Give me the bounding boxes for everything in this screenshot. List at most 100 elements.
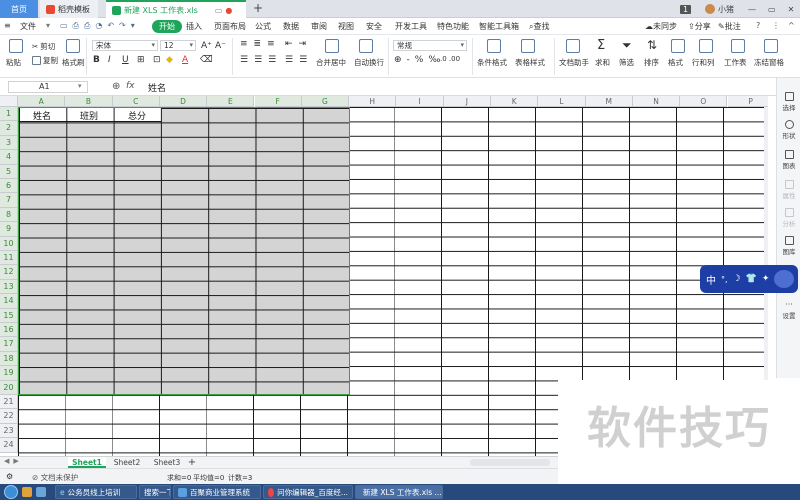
- row-header-18[interactable]: 18: [0, 351, 18, 367]
- border-icon[interactable]: ⊞: [137, 55, 145, 65]
- indent-icons[interactable]: ⇤⇥: [285, 39, 312, 49]
- taskbar-item-spreadsheet[interactable]: 新建 XLS 工作表.xls ...: [355, 485, 443, 499]
- side-analysis-button[interactable]: 分析: [777, 208, 800, 228]
- menu-search[interactable]: ⌕查找: [529, 21, 549, 32]
- paste-button[interactable]: 粘贴: [6, 57, 21, 68]
- sheet-tab-3[interactable]: Sheet3: [148, 457, 186, 468]
- name-box-dropdown-icon[interactable]: ▾: [78, 82, 82, 90]
- row-header-6[interactable]: 6: [0, 179, 18, 194]
- column-header-n[interactable]: N: [632, 96, 681, 107]
- format-painter-button[interactable]: 格式刷: [62, 57, 85, 68]
- column-header-e[interactable]: E: [207, 96, 255, 107]
- sort-icon[interactable]: ⇅: [647, 38, 657, 52]
- column-header-k[interactable]: K: [491, 96, 539, 107]
- table-style-icon[interactable]: [521, 39, 535, 53]
- format-button[interactable]: 格式: [668, 57, 683, 68]
- doc-helper-icon[interactable]: [566, 39, 580, 53]
- add-sheet-button[interactable]: +: [186, 457, 198, 468]
- underline-icon[interactable]: U: [122, 55, 129, 65]
- side-properties-button[interactable]: 属性: [777, 180, 800, 200]
- font-name-select[interactable]: 宋体: [92, 40, 158, 51]
- format-icon[interactable]: [671, 39, 685, 53]
- column-header-i[interactable]: I: [396, 96, 444, 107]
- row-header-24[interactable]: 24: [0, 438, 18, 453]
- menu-smart-toolbox[interactable]: 智能工具箱: [479, 21, 519, 32]
- star-icon[interactable]: ✦: [762, 274, 770, 284]
- font-grow-icon[interactable]: A⁺: [201, 41, 212, 51]
- row-header-7[interactable]: 7: [0, 193, 18, 208]
- tab-document[interactable]: 新建 XLS 工作表.xls ▭ ●: [106, 0, 246, 18]
- filter-icon[interactable]: ⏷: [622, 38, 632, 53]
- sheet-tab-2[interactable]: Sheet2: [108, 457, 146, 468]
- number-format-select[interactable]: 常规: [393, 40, 467, 51]
- row-header-5[interactable]: 5: [0, 164, 18, 179]
- row-header-15[interactable]: 15: [0, 308, 18, 323]
- column-header-d[interactable]: D: [159, 96, 208, 107]
- cell-c1[interactable]: 总分: [128, 109, 146, 122]
- ime-toolbar[interactable]: 中 °, ☽ 👕 ✦: [700, 265, 798, 293]
- taskbar-item-training[interactable]: e 公务员线上培训: [55, 485, 137, 499]
- row-header-19[interactable]: 19: [0, 366, 18, 381]
- row-header-16[interactable]: 16: [0, 323, 18, 338]
- row-header-1[interactable]: 1: [0, 107, 18, 122]
- font-size-select[interactable]: 12: [160, 40, 196, 51]
- taskbar-item-search[interactable]: 搜索一下: [139, 485, 171, 499]
- punctuation-icon[interactable]: °,: [721, 275, 728, 284]
- more-icon[interactable]: ⋮: [772, 21, 780, 30]
- column-header-g[interactable]: G: [301, 96, 350, 107]
- row-header-3[interactable]: 3: [0, 135, 18, 151]
- file-dropdown-icon[interactable]: ▾: [46, 21, 50, 30]
- side-settings-button[interactable]: ··· 设置: [777, 300, 800, 320]
- cell-a1[interactable]: 姓名: [33, 109, 51, 122]
- protect-status[interactable]: ⊘ 文档未保护: [32, 472, 78, 483]
- column-header-c[interactable]: C: [112, 96, 160, 107]
- taskbar-item-editor[interactable]: 问你编辑器_百度经...: [263, 485, 353, 499]
- sheet-tab-1[interactable]: Sheet1: [68, 457, 106, 468]
- format-painter-icon[interactable]: [66, 39, 80, 53]
- conditional-format-button[interactable]: 条件格式: [477, 57, 507, 68]
- doc-helper-button[interactable]: 文档助手: [559, 57, 589, 68]
- sum-button[interactable]: 求和: [595, 57, 610, 68]
- shirt-icon[interactable]: 👕: [746, 274, 757, 284]
- row-header-4[interactable]: 4: [0, 150, 18, 165]
- menu-start[interactable]: 开始: [152, 20, 182, 33]
- menu-view[interactable]: 视图: [338, 21, 354, 32]
- row-header-8[interactable]: 8: [0, 207, 18, 223]
- window-icon[interactable]: ▭: [215, 6, 223, 15]
- start-button[interactable]: [4, 485, 18, 499]
- menu-data[interactable]: 数据: [283, 21, 299, 32]
- eraser-icon[interactable]: ⌫: [200, 55, 213, 65]
- row-header-14[interactable]: 14: [0, 294, 18, 309]
- rows-cols-icon[interactable]: [699, 39, 713, 53]
- row-header-22[interactable]: 22: [0, 409, 18, 424]
- user-account[interactable]: 小猪: [705, 2, 734, 16]
- column-header-o[interactable]: O: [680, 96, 728, 107]
- worksheet-button[interactable]: 工作表: [724, 57, 747, 68]
- minimize-icon[interactable]: —: [748, 5, 756, 14]
- share-button[interactable]: ⇪分享: [688, 21, 711, 32]
- taskbar-item-business[interactable]: 百聚商业管理系统: [173, 485, 261, 499]
- formula-input[interactable]: 姓名: [148, 81, 166, 94]
- menu-security[interactable]: 安全: [366, 21, 382, 32]
- wrap-text-button[interactable]: 自动换行: [354, 57, 384, 68]
- collapse-icon[interactable]: ^: [788, 21, 795, 30]
- italic-icon[interactable]: I: [108, 55, 111, 65]
- menu-page-layout[interactable]: 页面布局: [214, 21, 246, 32]
- paste-icon[interactable]: [9, 39, 23, 53]
- number-format-icons[interactable]: ⊕-%‰: [394, 55, 445, 65]
- name-box[interactable]: A1: [8, 81, 88, 93]
- close-icon[interactable]: ✕: [788, 5, 795, 14]
- column-header-h[interactable]: H: [349, 96, 397, 107]
- menu-insert[interactable]: 插入: [186, 21, 202, 32]
- moon-icon[interactable]: ☽: [733, 274, 741, 284]
- cut-button[interactable]: ✂ 剪切: [32, 41, 55, 52]
- sum-icon[interactable]: Σ: [597, 38, 605, 53]
- rows-cols-button[interactable]: 行和列: [692, 57, 715, 68]
- vertical-align-icons[interactable]: ≡≣≡: [240, 39, 281, 49]
- conditional-format-icon[interactable]: [487, 39, 501, 53]
- side-gallery-button[interactable]: 图库: [777, 236, 800, 256]
- menu-developer[interactable]: 开发工具: [395, 21, 427, 32]
- annotate-button[interactable]: ✎批注: [718, 21, 741, 32]
- worksheet-icon[interactable]: [731, 39, 745, 53]
- sync-status[interactable]: ☁未同步: [645, 21, 677, 32]
